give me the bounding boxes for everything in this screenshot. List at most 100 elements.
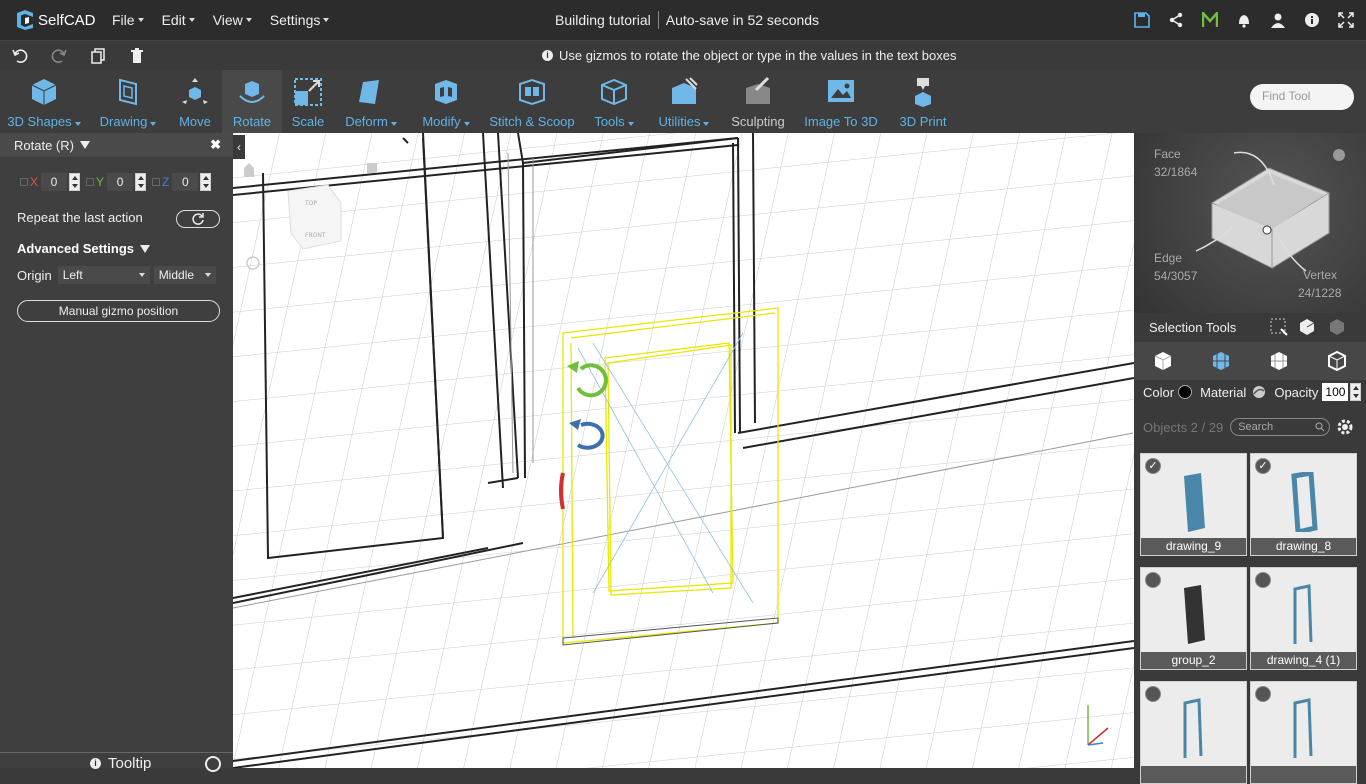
axis-z-stepper[interactable] <box>200 173 212 191</box>
tool-utilities[interactable]: Utilities <box>648 70 720 133</box>
object-checkbox[interactable] <box>1145 572 1161 588</box>
chevron-down-icon <box>703 122 710 126</box>
tooltip-toggle-icon[interactable] <box>205 756 221 772</box>
object-card[interactable] <box>1140 681 1247 784</box>
refresh-icon <box>192 213 204 225</box>
autosave-status: Auto-save in 52 seconds <box>665 12 820 28</box>
gear-icon[interactable] <box>1336 418 1354 436</box>
origin-label: Origin <box>17 267 52 283</box>
gizmo-x-ring[interactable] <box>559 472 565 510</box>
tool-3d-print[interactable]: 3D Print <box>886 70 960 133</box>
selection-mode-row <box>1134 342 1366 380</box>
tool-tools[interactable]: Tools <box>580 70 648 133</box>
opacity-stepper[interactable] <box>1350 383 1362 401</box>
user-icon[interactable] <box>1268 10 1288 30</box>
object-card[interactable]: drawing_4 (1) <box>1250 567 1357 670</box>
axis-y-checkbox[interactable] <box>86 178 95 186</box>
axis-y: Y 0 <box>86 173 147 191</box>
info-icon[interactable] <box>1302 10 1322 30</box>
color-label: Color <box>1143 384 1175 400</box>
axis-z-field[interactable]: 0 <box>172 173 199 191</box>
object-mode-icon[interactable] <box>1152 350 1174 372</box>
find-tool-input[interactable]: Find Tool <box>1250 84 1354 110</box>
menu-file[interactable]: File <box>112 12 144 28</box>
menu-settings[interactable]: Settings <box>270 12 330 28</box>
panel-header[interactable]: Rotate (R) ✖ <box>0 133 233 157</box>
tool-stitch-scoop[interactable]: Stitch & Scoop <box>484 70 580 133</box>
object-checkbox[interactable] <box>1255 686 1271 702</box>
collapse-panel-icon[interactable]: ‹ <box>233 135 245 159</box>
chevron-down-icon[interactable] <box>79 141 90 149</box>
face-mode-icon[interactable] <box>1210 350 1232 372</box>
hidden-select-icon[interactable] <box>1328 318 1346 336</box>
tool-move[interactable]: Move <box>168 70 222 133</box>
properties-row: Color Material Opacity 100 <box>1143 383 1362 401</box>
axis-x-checkbox[interactable] <box>20 178 28 186</box>
object-card[interactable]: ✓ drawing_8 <box>1250 453 1357 556</box>
tool-rotate[interactable]: Rotate <box>222 70 282 133</box>
object-card[interactable] <box>1250 681 1357 784</box>
search-icon <box>1315 422 1325 432</box>
tool-scale[interactable]: Scale <box>282 70 334 133</box>
tool-deform[interactable]: Deform <box>334 70 408 133</box>
axis-x-stepper[interactable] <box>69 173 81 191</box>
repeat-button[interactable] <box>176 210 220 228</box>
gear-icon[interactable] <box>1333 149 1345 161</box>
share-icon[interactable] <box>1166 10 1186 30</box>
svg-text:FRONT: FRONT <box>305 232 326 239</box>
material-label: Material <box>1200 384 1247 400</box>
copy-icon[interactable] <box>88 46 108 66</box>
object-checkbox[interactable] <box>1145 686 1161 702</box>
object-checkbox[interactable]: ✓ <box>1255 458 1271 474</box>
view-cube[interactable]: TOP FRONT <box>287 184 342 250</box>
object-card[interactable]: ✓ drawing_9 <box>1140 453 1247 556</box>
tool-3d-shapes[interactable]: 3D Shapes <box>0 70 88 133</box>
material-icon[interactable] <box>1252 385 1266 399</box>
object-checkbox[interactable] <box>1255 572 1271 588</box>
secondary-toolbar: i Use gizmos to rotate the object or typ… <box>0 40 1366 70</box>
divider <box>657 11 659 29</box>
edge-mode-icon[interactable] <box>1268 350 1290 372</box>
axis-y-stepper[interactable] <box>135 173 147 191</box>
save-icon[interactable] <box>1132 10 1152 30</box>
axis-z-checkbox[interactable] <box>152 178 161 186</box>
undo-icon[interactable] <box>10 46 30 66</box>
app-logo[interactable]: SelfCAD <box>14 9 106 31</box>
m-brand-icon[interactable] <box>1200 10 1220 30</box>
menu-view[interactable]: View <box>213 12 252 28</box>
scene-canvas[interactable]: TOP FRONT <box>233 133 1134 768</box>
tool-sculpting[interactable]: Sculpting <box>720 70 796 133</box>
advanced-settings-toggle[interactable]: Advanced Settings <box>17 241 151 256</box>
object-thumbnail <box>1291 472 1318 532</box>
origin-row: Origin Left Middle <box>17 266 216 284</box>
rotate-panel: Rotate (R) ✖ X 0 Y 0 Z 0 Repeat the last… <box>0 133 233 772</box>
axis-y-field[interactable]: 0 <box>107 173 134 191</box>
vertex-mode-icon[interactable] <box>1326 350 1348 372</box>
object-thumbnail <box>1293 584 1313 644</box>
origin-x-select[interactable]: Left <box>57 266 150 284</box>
close-icon[interactable]: ✖ <box>210 137 221 153</box>
color-swatch[interactable] <box>1178 385 1193 399</box>
objects-search-input[interactable]: Search <box>1230 418 1331 436</box>
origin-y-select[interactable]: Middle <box>153 266 216 284</box>
object-checkbox[interactable]: ✓ <box>1145 458 1161 474</box>
tooltip-bar[interactable]: i Tooltip <box>0 752 233 772</box>
menu-edit[interactable]: Edit <box>162 12 195 28</box>
object-card[interactable]: group_2 <box>1140 567 1247 670</box>
axis-x-field[interactable]: 0 <box>41 173 68 191</box>
delete-icon[interactable] <box>127 46 147 66</box>
document-title[interactable]: Building tutorial <box>555 12 651 29</box>
tool-modify[interactable]: Modify <box>408 70 484 133</box>
redo-icon[interactable] <box>49 46 69 66</box>
box-select-icon[interactable] <box>1270 318 1288 336</box>
opacity-field[interactable]: 100 <box>1322 383 1349 401</box>
tool-drawing[interactable]: Drawing <box>88 70 168 133</box>
manual-gizmo-button[interactable]: Manual gizmo position <box>17 300 220 322</box>
tool-image-to-3d[interactable]: Image To 3D <box>796 70 886 133</box>
object-select-icon[interactable] <box>1298 318 1316 336</box>
bell-icon[interactable] <box>1234 10 1254 30</box>
fullscreen-icon[interactable] <box>1336 10 1356 30</box>
opacity-label: Opacity <box>1274 384 1319 400</box>
lock-icon[interactable] <box>367 163 377 173</box>
3d-viewport[interactable]: TOP FRONT ‹ <box>233 133 1134 768</box>
